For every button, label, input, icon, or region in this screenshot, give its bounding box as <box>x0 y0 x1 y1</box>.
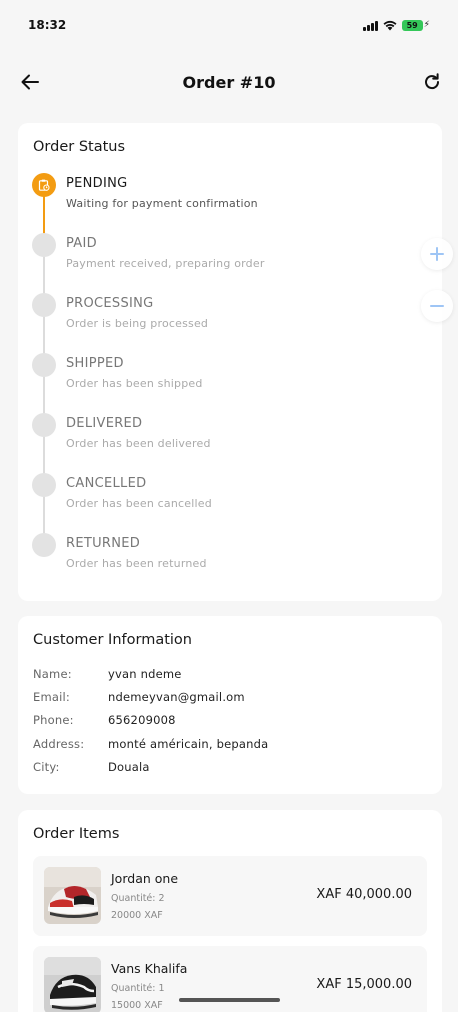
pending-status-dot <box>32 173 56 197</box>
order-items-title: Order Items <box>33 826 120 842</box>
customer-info-card: Customer Information Name: yvan ndeme Em… <box>18 616 442 794</box>
info-row-address: Address: monté américain, bepanda <box>33 737 433 755</box>
clipboard-clock-icon <box>38 179 50 191</box>
wifi-icon <box>383 20 397 30</box>
order-item[interactable]: Vans Khalifa Quantité: 1 15000 XAF XAF 1… <box>33 946 427 1012</box>
status-step-returned: RETURNED Order has been returned <box>32 533 432 593</box>
status-dot <box>32 473 56 497</box>
refresh-button[interactable] <box>418 68 446 96</box>
status-step-pending: PENDING Waiting for payment confirmation <box>32 173 432 233</box>
info-label: Email: <box>33 690 70 704</box>
info-label: Address: <box>33 737 85 751</box>
status-icons: 59 ⚡ <box>363 19 430 31</box>
battery-level: 59 <box>401 19 423 31</box>
info-label: Phone: <box>33 713 74 727</box>
status-step-cancelled: CANCELLED Order has been cancelled <box>32 473 432 533</box>
status-time: 18:32 <box>28 18 67 32</box>
page-title: Order #10 <box>182 72 276 92</box>
battery-icon: 59 ⚡ <box>401 19 430 31</box>
step-label: RETURNED <box>66 536 141 551</box>
info-label: City: <box>33 760 60 774</box>
customer-info-title: Customer Information <box>33 632 192 648</box>
item-unit-price: 20000 XAF <box>111 910 163 921</box>
status-dot <box>32 353 56 377</box>
product-image-vans <box>44 957 101 1012</box>
minus-icon <box>430 305 444 307</box>
status-step-paid: PAID Payment received, preparing order <box>32 233 432 293</box>
step-label: PROCESSING <box>66 296 154 311</box>
status-dot <box>32 293 56 317</box>
charging-icon: ⚡ <box>423 19 430 30</box>
app-bar: Order #10 <box>0 56 458 108</box>
step-label: PENDING <box>66 176 128 191</box>
status-bar: 18:32 59 ⚡ <box>0 0 458 52</box>
step-label: SHIPPED <box>66 356 124 371</box>
item-quantity: Quantité: 2 <box>111 893 165 904</box>
status-dot <box>32 533 56 557</box>
signal-icon <box>363 20 378 31</box>
status-dot <box>32 233 56 257</box>
order-status-card: Order Status PENDING Waiting for payment… <box>18 123 442 601</box>
step-description: Order has been shipped <box>66 377 203 390</box>
step-description: Order has been delivered <box>66 437 211 450</box>
info-row-email: Email: ndemeyvan@gmail.om <box>33 690 433 708</box>
info-value: ndemeyvan@gmail.om <box>108 690 245 704</box>
step-description: Order has been returned <box>66 557 207 570</box>
step-label: CANCELLED <box>66 476 147 491</box>
status-step-processing: PROCESSING Order is being processed <box>32 293 432 353</box>
status-step-shipped: SHIPPED Order has been shipped <box>32 353 432 413</box>
status-step-delivered: DELIVERED Order has been delivered <box>32 413 432 473</box>
info-value: monté américain, bepanda <box>108 737 269 751</box>
info-value: Douala <box>108 760 150 774</box>
step-description: Waiting for payment confirmation <box>66 197 258 210</box>
info-value: yvan ndeme <box>108 667 182 681</box>
zoom-in-button[interactable] <box>421 238 453 270</box>
item-total: XAF 40,000.00 <box>316 887 412 902</box>
arrow-left-icon <box>21 74 39 90</box>
info-value: 656209008 <box>108 713 176 727</box>
product-image-jordan <box>44 867 101 924</box>
info-label: Name: <box>33 667 72 681</box>
step-label: DELIVERED <box>66 416 143 431</box>
screen: 18:32 59 ⚡ Order #10 Order Status PENDIN… <box>0 0 458 1012</box>
item-total: XAF 15,000.00 <box>316 977 412 992</box>
order-item[interactable]: Jordan one Quantité: 2 20000 XAF XAF 40,… <box>33 856 427 936</box>
step-description: Payment received, preparing order <box>66 257 265 270</box>
back-button[interactable] <box>16 68 44 96</box>
item-unit-price: 15000 XAF <box>111 1000 163 1011</box>
item-name: Jordan one <box>111 871 179 886</box>
item-name: Vans Khalifa <box>111 961 188 976</box>
step-description: Order has been cancelled <box>66 497 212 510</box>
info-row-city: City: Douala <box>33 760 433 778</box>
order-items-card: Order Items Jordan one Quantité: 2 20000… <box>18 810 442 1012</box>
info-row-phone: Phone: 656209008 <box>33 713 433 731</box>
status-dot <box>32 413 56 437</box>
order-status-title: Order Status <box>33 139 126 155</box>
plus-icon <box>430 247 444 261</box>
home-indicator[interactable] <box>179 998 280 1002</box>
step-description: Order is being processed <box>66 317 209 330</box>
step-label: PAID <box>66 236 97 251</box>
item-quantity: Quantité: 1 <box>111 983 165 994</box>
refresh-icon <box>425 73 440 90</box>
zoom-out-button[interactable] <box>421 290 453 322</box>
info-row-name: Name: yvan ndeme <box>33 667 433 685</box>
